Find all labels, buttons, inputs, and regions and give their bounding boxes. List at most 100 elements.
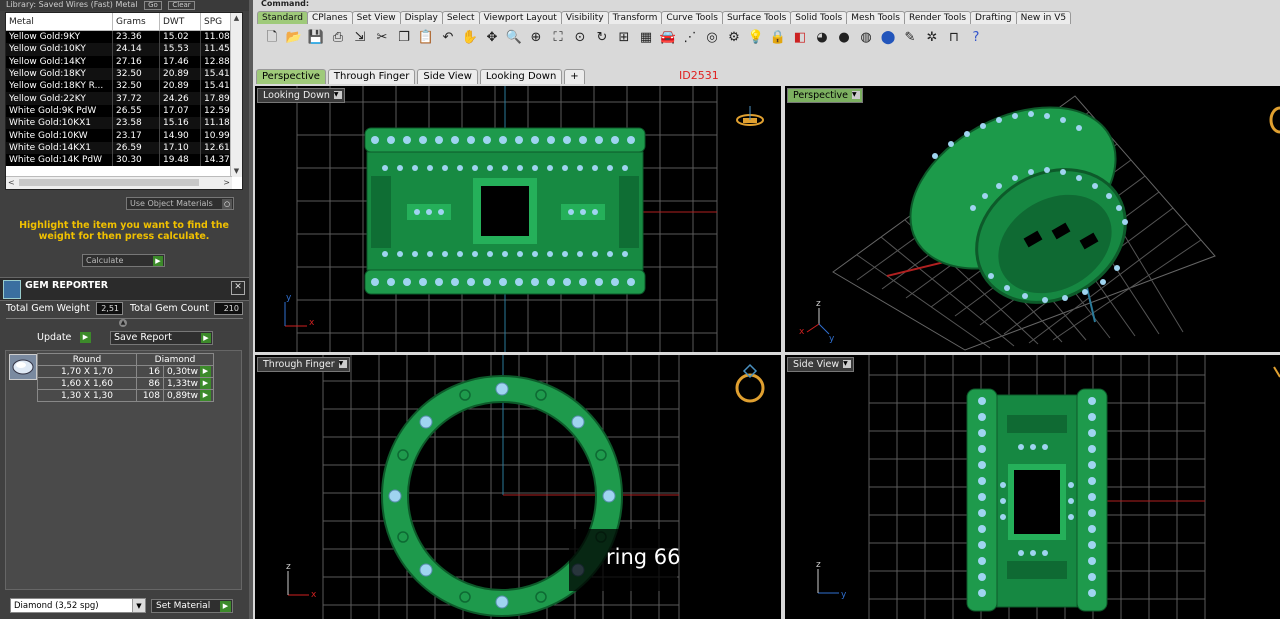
gem-row[interactable]: 1,70 X 1,70 16 0,30tw ▶ <box>37 365 215 378</box>
gem-row[interactable]: 1,30 X 1,30 108 0,89tw ▶ <box>37 389 215 402</box>
hscroll-thumb[interactable] <box>19 179 199 186</box>
viewport-looking-down[interactable]: x y Looking Down ▼ <box>255 86 781 352</box>
vp-tab-looking-down[interactable]: Looking Down <box>479 69 563 84</box>
select-gem-button[interactable]: ▶ <box>199 365 211 377</box>
rotate-view-icon[interactable]: ↻ <box>593 29 611 47</box>
go-button[interactable]: Go <box>144 1 162 10</box>
metal-row[interactable]: White Gold:14K PdW 30.30 19.48 14.37 <box>6 153 242 167</box>
osnap-icon[interactable]: ◎ <box>703 29 721 47</box>
print-icon[interactable]: ⎙ <box>329 29 347 47</box>
use-object-materials-dropdown[interactable]: Use Object Materials ○ <box>126 197 234 210</box>
col-dwt[interactable]: DWT <box>159 13 201 31</box>
metal-row[interactable]: Yellow Gold:18KY 32.50 20.89 15.41 <box>6 67 242 81</box>
zoom-window-icon[interactable]: ⊕ <box>527 29 545 47</box>
pen-icon[interactable]: ✎ <box>901 29 919 47</box>
four-viewports-icon[interactable]: ⊞ <box>615 29 633 47</box>
chevron-down-icon[interactable]: ▼ <box>852 91 861 99</box>
metal-row[interactable]: Yellow Gold:9KY 23.36 15.02 11.08 <box>6 30 242 44</box>
render-sphere-icon[interactable]: ◍ <box>857 29 875 47</box>
scroll-left-icon[interactable]: < <box>8 177 15 189</box>
zoom-selected-icon[interactable]: ⊙ <box>571 29 589 47</box>
metal-table[interactable]: Metal Grams DWT SPG Yellow Gold:9KY 23.36… <box>5 12 243 190</box>
select-gem-button[interactable]: ▶ <box>199 389 211 401</box>
chevron-down-icon[interactable]: ▼ <box>843 360 852 368</box>
tab-mesh-tools[interactable]: Mesh Tools <box>846 11 905 24</box>
tab-cplanes[interactable]: CPlanes <box>306 11 353 24</box>
set-material-button[interactable]: Set Material ▶ <box>151 599 233 613</box>
shade-sphere-icon[interactable]: ● <box>835 29 853 47</box>
zoom-extents-icon[interactable]: ⛶ <box>549 29 567 47</box>
save-report-button[interactable]: Save Report ▶ <box>110 331 213 345</box>
gem-list[interactable]: Round Diamond 1,70 X 1,70 16 0,30tw ▶ 1,60 X… <box>5 350 242 590</box>
options-gear-icon[interactable]: ✲ <box>923 29 941 47</box>
tab-curve-tools[interactable]: Curve Tools <box>661 11 723 24</box>
save-icon[interactable]: 💾 <box>307 29 325 47</box>
metal-row[interactable]: Yellow Gold:10KY 24.14 15.53 11.45 <box>6 43 242 56</box>
tab-solid-tools[interactable]: Solid Tools <box>790 11 848 24</box>
viewport-label-looking-down[interactable]: Looking Down ▼ <box>257 88 345 103</box>
vp-tab-perspective[interactable]: Perspective <box>256 69 326 84</box>
help-icon[interactable]: ? <box>967 29 985 47</box>
viewport-side-view[interactable]: y z Side View ▼ <box>785 355 1280 619</box>
select-gem-button[interactable]: ▶ <box>199 377 211 389</box>
close-icon[interactable]: ✕ <box>231 281 245 295</box>
chevron-down-icon[interactable]: ▼ <box>132 599 145 612</box>
cut-icon[interactable]: ✂ <box>373 29 391 47</box>
render-icon[interactable]: ⬤ <box>879 29 897 47</box>
col-metal[interactable]: Metal <box>6 13 113 31</box>
grid-icon[interactable]: ▦ <box>637 29 655 47</box>
metal-table-hscroll[interactable]: < > <box>6 176 232 189</box>
clear-button[interactable]: Clear <box>168 1 195 10</box>
calculate-button[interactable]: Calculate ▶ <box>82 254 165 267</box>
tab-display[interactable]: Display <box>399 11 443 24</box>
copy-icon[interactable]: ❐ <box>395 29 413 47</box>
metal-row[interactable]: White Gold:14KX1 26.59 17.10 12.61 <box>6 141 242 154</box>
collapse-icon[interactable]: ▲ <box>119 319 127 327</box>
new-file-icon[interactable]: 🗋 <box>263 29 281 47</box>
dimension-icon[interactable]: ⊓ <box>945 29 963 47</box>
viewport-through-finger[interactable]: x z ring 66 Through Finger ▼ <box>255 355 781 619</box>
tab-set-view[interactable]: Set View <box>351 11 401 24</box>
undo-icon[interactable]: ↶ <box>439 29 457 47</box>
tab-surface-tools[interactable]: Surface Tools <box>721 11 792 24</box>
tab-visibility[interactable]: Visibility <box>560 11 609 24</box>
metal-row[interactable]: Yellow Gold:22KY 37.72 24.26 17.89 <box>6 92 242 105</box>
open-folder-icon[interactable]: 📂 <box>285 29 303 47</box>
metal-table-vscroll[interactable]: ▲ ▼ <box>230 13 242 177</box>
metal-row[interactable]: White Gold:10KX1 23.58 15.16 11.18 <box>6 117 242 130</box>
car-icon[interactable]: 🚘 <box>659 29 677 47</box>
vp-tab-add[interactable]: + <box>564 69 585 84</box>
tab-transform[interactable]: Transform <box>607 11 663 24</box>
metal-row[interactable]: Yellow Gold:18KY R... 32.50 20.89 15.41 <box>6 80 242 93</box>
vp-tab-through-finger[interactable]: Through Finger <box>327 69 416 84</box>
update-button[interactable]: ▶ <box>80 332 91 343</box>
lock-icon[interactable]: 🔒 <box>769 29 787 47</box>
metal-row[interactable]: White Gold:10KW 23.17 14.90 10.99 <box>6 129 242 142</box>
tab-select[interactable]: Select <box>441 11 480 24</box>
chevron-down-icon[interactable]: ▼ <box>338 360 347 368</box>
export-icon[interactable]: ⇲ <box>351 29 369 47</box>
tab-drafting[interactable]: Drafting <box>970 11 1017 24</box>
tab-viewport-layout[interactable]: Viewport Layout <box>478 11 562 24</box>
viewport-label-side-view[interactable]: Side View ▼ <box>787 357 855 372</box>
metal-row[interactable]: Yellow Gold:14KY 27.16 17.46 12.88 <box>6 55 242 68</box>
scroll-down-icon[interactable]: ▼ <box>231 166 242 177</box>
properties-icon[interactable]: ⚙ <box>725 29 743 47</box>
scroll-up-icon[interactable]: ▲ <box>231 13 242 24</box>
metal-row[interactable]: White Gold:9K PdW 26.55 17.07 12.59 <box>6 104 242 118</box>
select-points-icon[interactable]: ⋰ <box>681 29 699 47</box>
tab-new-in-v5[interactable]: New in V5 <box>1015 11 1072 24</box>
zoom-icon[interactable]: 🔍 <box>505 29 523 47</box>
col-grams[interactable]: Grams <box>112 13 160 31</box>
vp-tab-side-view[interactable]: Side View <box>417 69 478 84</box>
scroll-right-icon[interactable]: > <box>223 177 230 189</box>
move-arrows-icon[interactable]: ✥ <box>483 29 501 47</box>
color-wheel-icon[interactable]: ◕ <box>813 29 831 47</box>
command-line[interactable]: Command: <box>253 0 1280 9</box>
paste-icon[interactable]: 📋 <box>417 29 435 47</box>
viewport-perspective[interactable]: z x y Perspective ▼ <box>785 86 1280 352</box>
chevron-down-icon[interactable]: ▼ <box>333 91 342 99</box>
gem-row[interactable]: 1,60 X 1,60 86 1,33tw ▶ <box>37 377 215 390</box>
light-bulb-icon[interactable]: 💡 <box>747 29 765 47</box>
tab-render-tools[interactable]: Render Tools <box>903 11 972 24</box>
